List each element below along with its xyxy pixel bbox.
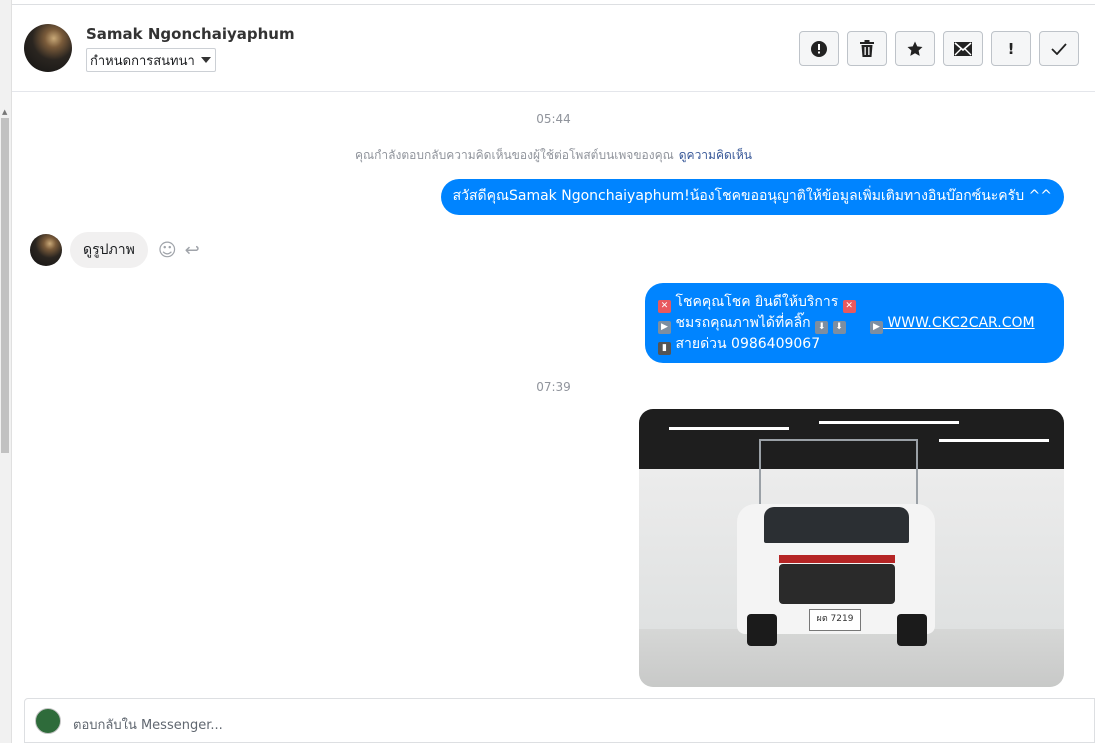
message-line: ▶ ชมรถคุณภาพได้ที่คลิ๊ก ⬇ ⬇ ▶ WWW.CKC2CA… bbox=[658, 313, 1052, 334]
down-arrow-emoji-icon: ⬇ bbox=[815, 321, 829, 334]
trash-icon bbox=[860, 39, 874, 57]
assign-conversation-label: กำหนดการสนทนา bbox=[90, 53, 195, 69]
mark-done-button[interactable] bbox=[1039, 31, 1079, 66]
header-actions: ! bbox=[799, 31, 1079, 66]
photo-light bbox=[669, 427, 789, 430]
mark-spam-button[interactable] bbox=[799, 31, 839, 66]
photo-truck-rack bbox=[759, 439, 918, 511]
photo-attachment[interactable]: ผต 7219 bbox=[639, 409, 1064, 687]
page-logo-avatar bbox=[35, 708, 61, 734]
scroll-up-arrow-icon[interactable]: ▲ bbox=[2, 108, 7, 116]
exclamation-icon: ! bbox=[1007, 39, 1015, 58]
conversation-header: Samak Ngonchaiyaphum กำหนดการสนทนา ! bbox=[12, 4, 1095, 92]
follow-up-button[interactable]: ! bbox=[991, 31, 1031, 66]
message-line-text: สายด่วน 0986409067 bbox=[675, 336, 821, 352]
message-actions: ☺ ↩ bbox=[158, 240, 200, 261]
star-button[interactable] bbox=[895, 31, 935, 66]
plate-text: ผต 7219 bbox=[816, 614, 854, 624]
photo-light bbox=[819, 421, 959, 424]
reply-icon[interactable]: ↩ bbox=[185, 240, 200, 261]
message-line-text: ชมรถคุณภาพได้ที่คลิ๊ก bbox=[675, 315, 811, 331]
website-link[interactable]: WWW.CKC2CAR.COM bbox=[887, 315, 1034, 331]
alert-circle-icon bbox=[811, 40, 827, 57]
photo-floor bbox=[639, 629, 1064, 687]
assign-conversation-dropdown[interactable]: กำหนดการสนทนา bbox=[86, 48, 216, 72]
red-box-emoji-icon: ✕ bbox=[658, 300, 671, 313]
contact-name[interactable]: Samak Ngonchaiyaphum bbox=[86, 25, 295, 43]
play-emoji-icon: ▶ bbox=[658, 321, 671, 334]
reply-composer[interactable]: ตอบกลับใน Messenger... bbox=[24, 698, 1095, 743]
view-comment-link[interactable]: ดูความคิดเห็น bbox=[679, 148, 752, 162]
contact-avatar[interactable] bbox=[24, 24, 72, 72]
down-arrow-emoji-icon: ⬇ bbox=[832, 321, 846, 334]
photo-light bbox=[939, 439, 1049, 442]
timestamp: 05:44 bbox=[536, 112, 571, 126]
photo-truck-wheel bbox=[897, 614, 927, 646]
photo-truck-wheel bbox=[747, 614, 777, 646]
smiley-icon[interactable]: ☺ bbox=[158, 240, 177, 261]
photo-truck-grille bbox=[779, 564, 895, 604]
conversation-thread[interactable]: 05:44 คุณกำลังตอบกลับความคิดเห็นของผู้ใช… bbox=[12, 92, 1095, 697]
left-scrollbar[interactable]: ▲ bbox=[0, 0, 12, 743]
photo-license-plate: ผต 7219 bbox=[809, 609, 861, 631]
reply-input-placeholder[interactable]: ตอบกลับใน Messenger... bbox=[73, 714, 223, 735]
system-note-text: คุณกำลังตอบกลับความคิดเห็นของผู้ใช้ต่อโพ… bbox=[355, 148, 674, 162]
outgoing-message[interactable]: ✕ โชคคุณโชค ยินดีให้บริการ ✕ ▶ ชมรถคุณภา… bbox=[645, 283, 1064, 363]
incoming-message[interactable]: ดูรูปภาพ bbox=[70, 232, 148, 268]
photo-truck-windshield bbox=[764, 507, 909, 543]
message-line: ▮ สายด่วน 0986409067 bbox=[658, 334, 1052, 355]
caret-down-icon bbox=[200, 57, 211, 63]
message-line: ✕ โชคคุณโชค ยินดีให้บริการ ✕ bbox=[658, 292, 1052, 313]
outgoing-message[interactable]: สวัสดีคุณSamak Ngonchaiyaphum!น้องโชคขออ… bbox=[440, 179, 1064, 215]
photo-truck-grille-bar bbox=[779, 555, 895, 563]
checkmark-icon bbox=[1051, 42, 1067, 55]
system-note: คุณกำลังตอบกลับความคิดเห็นของผู้ใช้ต่อโพ… bbox=[12, 146, 1095, 165]
scrollbar-thumb[interactable] bbox=[1, 118, 9, 453]
message-line-text: โชคคุณโชค ยินดีให้บริการ bbox=[675, 294, 839, 310]
incoming-message-row: ดูรูปภาพ ☺ ↩ bbox=[30, 232, 200, 268]
envelope-icon bbox=[954, 41, 972, 56]
timestamp: 07:39 bbox=[536, 380, 571, 394]
star-icon bbox=[907, 41, 923, 56]
play-emoji-icon: ▶ bbox=[870, 321, 883, 334]
contact-avatar-small[interactable] bbox=[30, 234, 62, 266]
phone-emoji-icon: ▮ bbox=[658, 342, 671, 355]
red-box-emoji-icon: ✕ bbox=[842, 300, 856, 313]
delete-button[interactable] bbox=[847, 31, 887, 66]
mark-unread-button[interactable] bbox=[943, 31, 983, 66]
